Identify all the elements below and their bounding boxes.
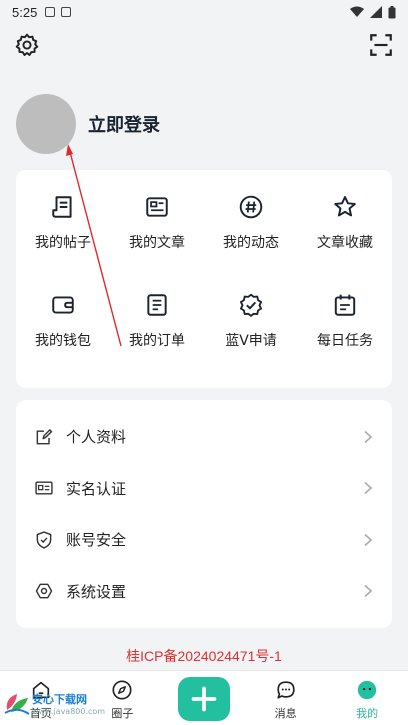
post-icon (52, 196, 72, 218)
status-bar: 5:25 (0, 0, 408, 24)
list-item-label: 账号安全 (66, 531, 127, 550)
compass-icon (112, 680, 132, 700)
chevron-right-icon (364, 430, 373, 443)
smile-icon (358, 680, 377, 700)
shortcut-wallet[interactable]: 我的钱包 (16, 292, 110, 366)
edit-profile-icon (36, 428, 53, 445)
shortcut-my-posts[interactable]: 我的帖子 (16, 194, 110, 268)
settings-list-card: 个人资料 实名认证 账号安全 系统设置 (16, 400, 392, 628)
status-time: 5:25 (12, 4, 38, 20)
avatar[interactable] (16, 94, 76, 154)
shortcut-label: 文章收藏 (317, 235, 373, 251)
tab-messages[interactable]: 消息 (245, 671, 327, 725)
tab-label: 圈子 (111, 707, 134, 720)
shield-icon (36, 531, 52, 549)
list-item-system-settings[interactable]: 系统设置 (16, 566, 392, 618)
watermark-logo-icon (4, 694, 30, 715)
list-item-real-name[interactable]: 实名认证 (16, 463, 392, 515)
shortcut-label: 我的订单 (129, 333, 185, 349)
shortcut-label: 我的钱包 (35, 333, 91, 349)
shortcut-label: 蓝V申请 (225, 333, 277, 349)
chevron-right-icon (364, 533, 373, 546)
icp-license[interactable]: 桂ICP备2024024471号-1 (0, 646, 408, 666)
star-icon (334, 196, 356, 217)
shortcut-label: 我的动态 (223, 235, 279, 251)
shortcut-favorites[interactable]: 文章收藏 (298, 194, 392, 268)
watermark: 安心下载网 www.java800.com (2, 688, 105, 718)
chevron-right-icon (364, 482, 373, 495)
shortcut-blue-v[interactable]: 蓝V申请 (204, 292, 298, 366)
list-item-label: 个人资料 (66, 428, 127, 447)
wifi-icon (350, 6, 364, 17)
watermark-url: www.java800.com (32, 706, 106, 716)
shortcut-card: 我的帖子 我的文章 我的动态 文章收藏 我的钱包 我的订单 蓝V申请 每日任务 (16, 170, 392, 388)
profile-header[interactable]: 立即登录 (16, 94, 160, 154)
shortcut-label: 每日任务 (317, 333, 373, 349)
shortcut-label: 我的帖子 (35, 235, 91, 251)
battery-icon (388, 5, 396, 18)
tab-label: 我的 (356, 707, 379, 720)
list-item-profile[interactable]: 个人资料 (16, 411, 392, 463)
top-bar (0, 28, 408, 62)
list-item-label: 系统设置 (66, 582, 127, 601)
gear-icon[interactable] (14, 32, 40, 58)
shortcut-my-activity[interactable]: 我的动态 (204, 194, 298, 268)
message-icon (276, 681, 295, 699)
login-link[interactable]: 立即登录 (88, 111, 160, 137)
signal-icon (370, 6, 382, 18)
chevron-right-icon (364, 585, 373, 598)
order-icon (147, 294, 167, 316)
calendar-icon (334, 294, 356, 316)
id-card-icon (35, 481, 53, 495)
shortcut-my-articles[interactable]: 我的文章 (110, 194, 204, 268)
shortcut-label: 我的文章 (129, 235, 185, 251)
verified-badge-icon (240, 293, 262, 317)
tab-label: 消息 (274, 707, 297, 720)
list-item-account-security[interactable]: 账号安全 (16, 514, 392, 566)
notification-icon (45, 7, 56, 17)
wallet-icon (52, 296, 74, 314)
shortcut-daily-tasks[interactable]: 每日任务 (298, 292, 392, 366)
add-icon (191, 686, 217, 712)
hexagon-settings-icon (35, 583, 53, 599)
hashtag-icon (239, 195, 263, 219)
watermark-title: 安心下载网 (32, 692, 87, 706)
add-button[interactable] (177, 677, 230, 721)
tab-add[interactable] (163, 671, 245, 725)
tab-mine[interactable]: 我的 (326, 671, 408, 725)
shortcut-orders[interactable]: 我的订单 (110, 292, 204, 366)
article-icon (146, 197, 168, 217)
notification-icon-2 (61, 7, 72, 17)
list-item-label: 实名认证 (66, 479, 127, 498)
scan-icon[interactable] (368, 32, 394, 58)
